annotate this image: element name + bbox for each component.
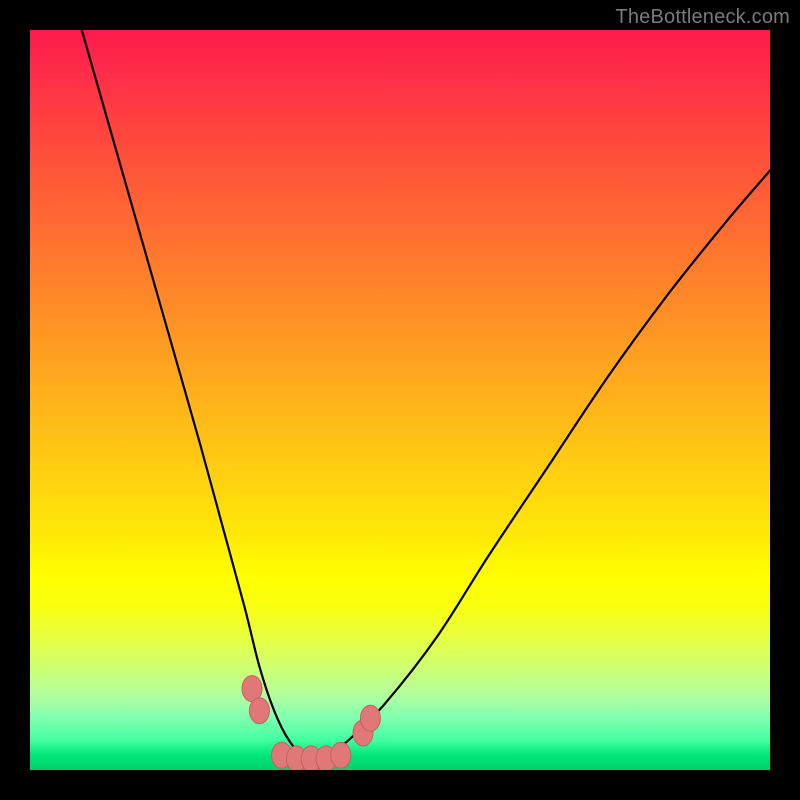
curve-layer (30, 30, 770, 770)
bottleneck-curve (82, 30, 770, 757)
chart-frame: TheBottleneck.com (0, 0, 800, 800)
plot-area (30, 30, 770, 770)
curve-marker (249, 698, 269, 724)
curve-marker (331, 742, 351, 768)
curve-marker (360, 705, 380, 731)
marker-group (242, 676, 380, 770)
watermark-text: TheBottleneck.com (615, 6, 790, 29)
